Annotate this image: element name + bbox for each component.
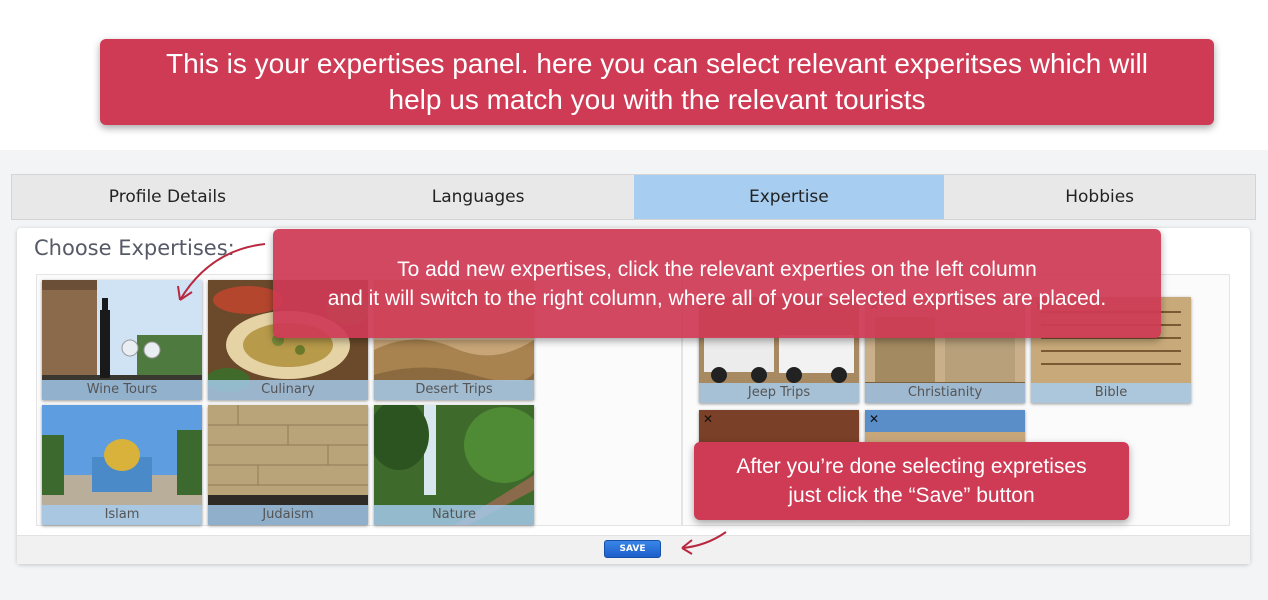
callout-line: After you’re done selecting expretises	[736, 455, 1087, 478]
tab-profile-details[interactable]: Profile Details	[12, 175, 323, 219]
add-expertise-callout: To add new expertises, click the relevan…	[273, 229, 1161, 338]
callout-line: help us match you with the relevant tour…	[388, 84, 926, 115]
expertise-tile-judaism[interactable]: Judaism	[208, 405, 368, 525]
panel-footer: SAVE	[17, 535, 1250, 564]
expertise-label: Culinary	[208, 380, 368, 400]
tab-hobbies[interactable]: Hobbies	[944, 175, 1255, 219]
expertise-label: Wine Tours	[42, 380, 202, 400]
curved-arrow-icon	[681, 531, 727, 555]
expertise-label: Desert Trips	[374, 380, 534, 400]
expertise-label: Jeep Trips	[699, 383, 859, 403]
expertise-tile-nature[interactable]: Nature	[374, 405, 534, 525]
expertise-label: Nature	[374, 505, 534, 525]
expertise-panel-callout: This is your expertises panel. here you …	[100, 39, 1214, 125]
curved-arrow-icon	[177, 243, 266, 301]
remove-x-icon[interactable]: ✕	[869, 412, 879, 426]
profile-tab-bar: Profile Details Languages Expertise Hobb…	[11, 174, 1256, 220]
remove-x-icon[interactable]: ✕	[703, 412, 713, 426]
save-hint-callout: After you’re done selecting expretises j…	[694, 442, 1129, 520]
expertise-label: Christianity	[865, 383, 1025, 403]
expertise-tile-islam[interactable]: Islam	[42, 405, 202, 525]
callout-line: This is your expertises panel. here you …	[165, 48, 1148, 79]
callout-line: just click the “Save” button	[788, 484, 1035, 507]
tab-languages[interactable]: Languages	[323, 175, 634, 219]
save-button[interactable]: SAVE	[604, 540, 661, 558]
expertise-label: Bible	[1031, 383, 1191, 403]
callout-line: and it will switch to the right column, …	[327, 286, 1107, 310]
tab-expertise[interactable]: Expertise	[633, 175, 945, 219]
expertise-label: Islam	[42, 505, 202, 525]
expertise-label: Judaism	[208, 505, 368, 525]
callout-line: To add new expertises, click the relevan…	[397, 257, 1037, 281]
